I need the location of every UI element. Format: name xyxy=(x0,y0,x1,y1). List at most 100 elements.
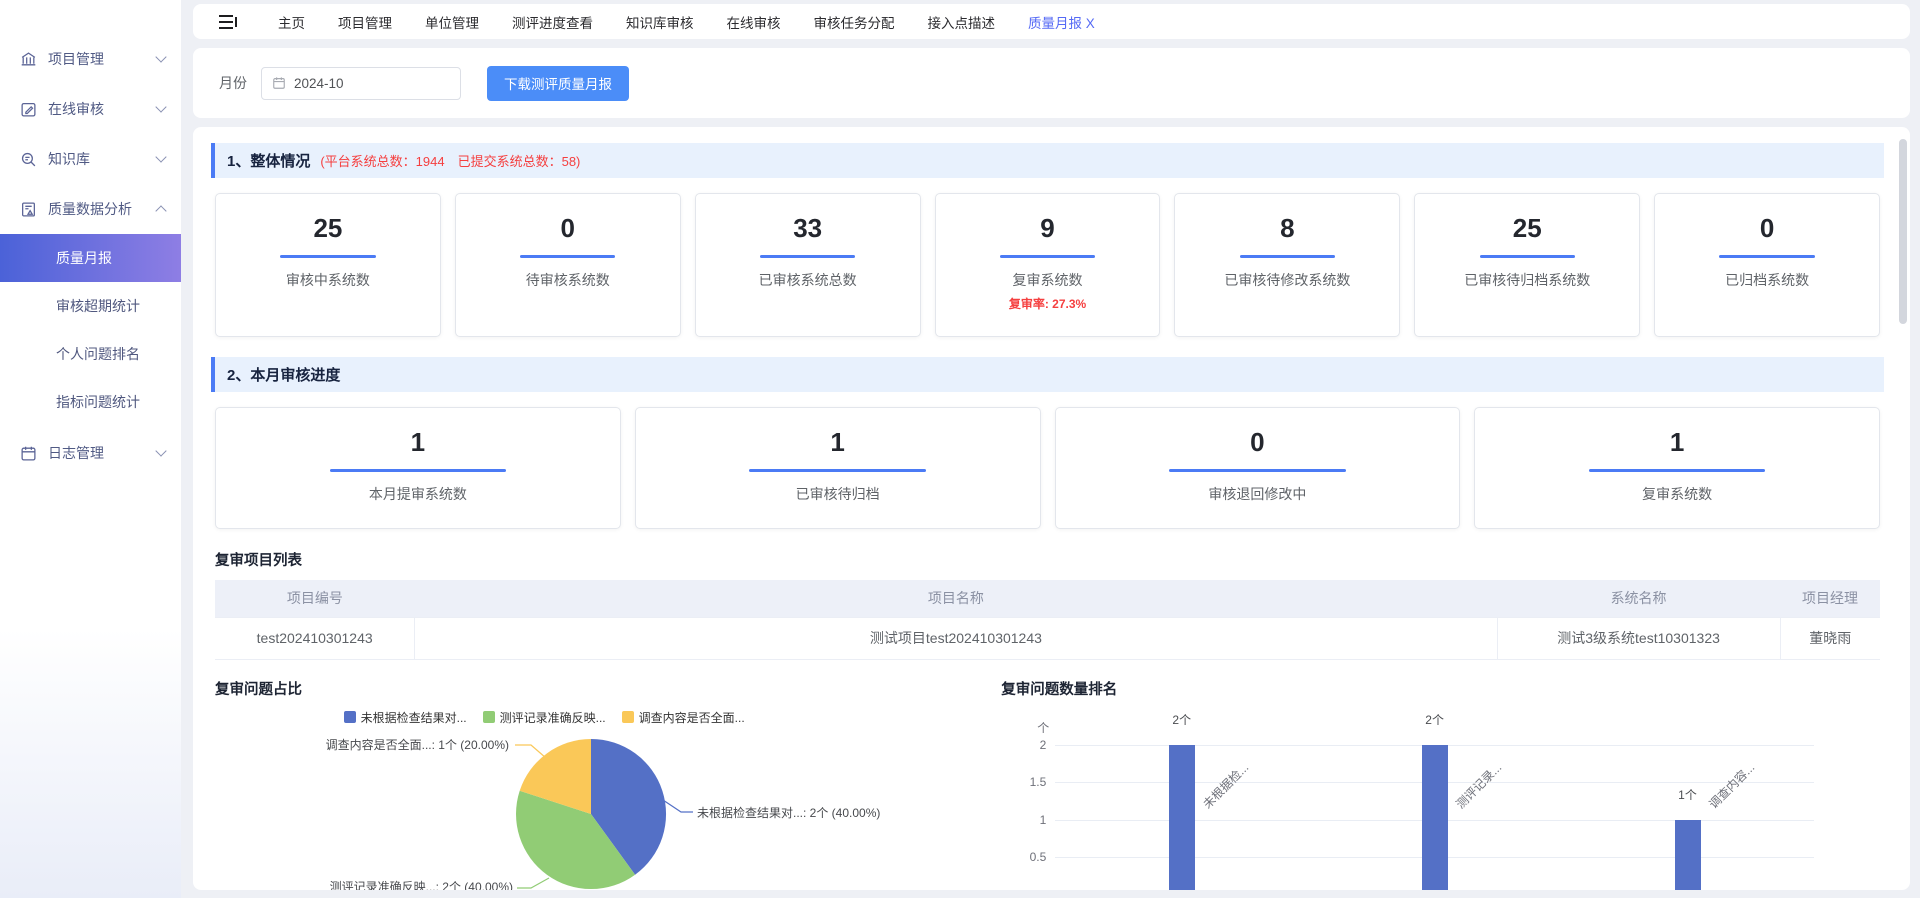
calendar-icon xyxy=(272,76,286,90)
tab-progress-view[interactable]: 测评进度查看 xyxy=(512,12,593,32)
chevron-up-icon xyxy=(155,205,166,216)
legend-swatch-green xyxy=(483,711,495,723)
bar-series-2[interactable] xyxy=(1675,820,1701,891)
x-category-label: 调查内容... xyxy=(1705,759,1758,812)
tab-home[interactable]: 主页 xyxy=(278,12,305,32)
stat-label: 复审系统数 xyxy=(1481,484,1873,504)
collapse-menu-icon[interactable] xyxy=(219,15,237,29)
bank-icon xyxy=(20,51,37,68)
edit-icon xyxy=(20,101,37,118)
review-table-title: 复审项目列表 xyxy=(215,549,1884,570)
sidebar: 项目管理 在线审核 知识库 质量数据分析 质量月报 审核超期统计 个人问题排名 … xyxy=(0,0,181,898)
stat-label: 已审核待归档 xyxy=(642,484,1034,504)
bar-value-label: 1个 xyxy=(1678,786,1697,803)
section-1-annotation: (平台系统总数：1944 已提交系统总数：58) xyxy=(320,151,580,170)
stat-value: 1 xyxy=(222,427,614,458)
sidebar-item-log-mgmt[interactable]: 日志管理 xyxy=(0,428,181,478)
sidebar-item-knowledge-base[interactable]: 知识库 xyxy=(0,134,181,184)
stats-row-2: 1 本月提审系统数 1 已审核待归档 0 审核退回修改中 1 复审系统数 xyxy=(215,407,1880,529)
pie-label-green: 测评记录准确反映...: 2个 (40.00%) xyxy=(251,878,513,891)
tab-access-point[interactable]: 接入点描述 xyxy=(928,12,996,32)
sidebar-item-online-review[interactable]: 在线审核 xyxy=(0,84,181,134)
data-report-icon xyxy=(20,201,37,218)
stat-label: 本月提审系统数 xyxy=(222,484,614,504)
bar-series-0[interactable] xyxy=(1169,745,1195,891)
stat-label: 审核中系统数 xyxy=(222,270,434,290)
legend-item[interactable]: 调查内容是否全面... xyxy=(622,709,745,726)
y-tick: 2 xyxy=(1040,738,1047,752)
y-tick: 0 xyxy=(1040,888,1047,891)
pie-chart-panel: 复审问题占比 未根据检查结果对... 测评记录准确反映... 调查内容是否全面.… xyxy=(211,678,997,891)
sidebar-subitem-quality-monthly-report[interactable]: 质量月报 xyxy=(0,234,181,282)
x-category-label: 测评记录... xyxy=(1452,759,1505,812)
month-picker-input[interactable]: 2024-10 xyxy=(261,67,461,100)
download-report-button[interactable]: 下载测评质量月报 xyxy=(487,66,629,101)
pie-plot-area: 调查内容是否全面...: 1个 (20.00%) 未根据检查结果对...: 2个… xyxy=(211,728,997,891)
stat-label: 已归档系统数 xyxy=(1661,270,1873,290)
report-content-panel: 1、整体情况 (平台系统总数：1944 已提交系统总数：58) 25 审核中系统… xyxy=(193,127,1910,890)
tab-label: 质量月报 xyxy=(1028,16,1082,31)
legend-swatch-blue xyxy=(344,711,356,723)
stat-value: 25 xyxy=(1421,213,1633,244)
calendar-icon xyxy=(20,445,37,462)
stat-card-reviewing: 25 审核中系统数 xyxy=(215,193,441,337)
sidebar-item-quality-analysis[interactable]: 质量数据分析 xyxy=(0,184,181,234)
bar-series-1[interactable] xyxy=(1422,745,1448,891)
legend-item[interactable]: 未根据检查结果对... xyxy=(344,709,467,726)
y-tick: 1.5 xyxy=(1030,775,1047,789)
stat-label: 已审核待修改系统数 xyxy=(1181,270,1393,290)
legend-item[interactable]: 测评记录准确反映... xyxy=(483,709,606,726)
sidebar-subitem-label: 质量月报 xyxy=(56,248,112,268)
sidebar-subitem-overdue-stats[interactable]: 审核超期统计 xyxy=(0,282,181,330)
chevron-down-icon xyxy=(155,151,166,162)
table-row: test202410301243 测试项目test202410301243 测试… xyxy=(215,617,1880,659)
sidebar-item-label: 日志管理 xyxy=(48,443,157,463)
stat-label: 已审核系统总数 xyxy=(702,270,914,290)
sidebar-subitem-label: 个人问题排名 xyxy=(56,344,140,364)
vertical-scrollbar[interactable] xyxy=(1899,139,1907,324)
sidebar-item-label: 在线审核 xyxy=(48,99,157,119)
tab-close-icon[interactable]: X xyxy=(1086,16,1095,31)
tab-knowledge-review[interactable]: 知识库审核 xyxy=(626,12,694,32)
tab-quality-monthly-report[interactable]: 质量月报 X xyxy=(1028,12,1095,32)
sidebar-subitem-personal-problem-ranking[interactable]: 个人问题排名 xyxy=(0,330,181,378)
sidebar-item-project-mgmt[interactable]: 项目管理 xyxy=(0,34,181,84)
tab-task-assignment[interactable]: 审核任务分配 xyxy=(814,12,895,32)
sidebar-subitem-indicator-problem-stats[interactable]: 指标问题统计 xyxy=(0,378,181,426)
stat-card-returned-modifying: 0 审核退回修改中 xyxy=(1055,407,1461,529)
stat-card-to-archive: 25 已审核待归档系统数 xyxy=(1414,193,1640,337)
stat-value: 0 xyxy=(1062,427,1454,458)
tab-unit-mgmt[interactable]: 单位管理 xyxy=(425,12,479,32)
stat-value: 25 xyxy=(222,213,434,244)
bar-value-label: 2个 xyxy=(1172,711,1191,728)
month-label: 月份 xyxy=(219,73,247,93)
section-1-header: 1、整体情况 (平台系统总数：1944 已提交系统总数：58) xyxy=(211,143,1884,178)
chevron-down-icon xyxy=(155,445,166,456)
pie-legend: 未根据检查结果对... 测评记录准确反映... 调查内容是否全面... xyxy=(193,709,997,726)
tab-online-review[interactable]: 在线审核 xyxy=(727,12,781,32)
main-area: 主页 项目管理 单位管理 测评进度查看 知识库审核 在线审核 审核任务分配 接入… xyxy=(181,0,1920,898)
month-value: 2024-10 xyxy=(294,76,344,91)
filter-bar: 月份 2024-10 下载测评质量月报 xyxy=(193,48,1910,118)
tab-project-mgmt[interactable]: 项目管理 xyxy=(338,12,392,32)
cell-system-name: 测试3级系统test10301323 xyxy=(1497,617,1780,659)
col-system-name: 系统名称 xyxy=(1497,580,1780,617)
stat-card-re-review-count: 1 复审系统数 xyxy=(1474,407,1880,529)
y-tick: 1 xyxy=(1040,813,1047,827)
sidebar-item-label: 质量数据分析 xyxy=(48,199,157,219)
stat-value: 33 xyxy=(702,213,914,244)
x-category-label: 未根据检... xyxy=(1199,759,1252,812)
y-axis-unit: 个 xyxy=(1037,719,1049,736)
legend-label: 未根据检查结果对... xyxy=(361,709,467,726)
stat-value: 1 xyxy=(642,427,1034,458)
stat-label: 复审系统数 xyxy=(942,270,1154,290)
bar-chart-title: 复审问题数量排名 xyxy=(1001,678,1884,699)
stat-value: 0 xyxy=(462,213,674,244)
legend-swatch-yellow xyxy=(622,711,634,723)
bar-chart-panel: 复审问题数量排名 个 2 1.5 1 0.5 0 2个 2个 xyxy=(997,678,1884,891)
cell-project-name: 测试项目test202410301243 xyxy=(415,617,1497,659)
stat-value: 9 xyxy=(942,213,1154,244)
sidebar-subitem-label: 审核超期统计 xyxy=(56,296,140,316)
stat-card-reviewed-to-archive: 1 已审核待归档 xyxy=(635,407,1041,529)
section-2-title: 2、本月审核进度 xyxy=(227,364,340,385)
